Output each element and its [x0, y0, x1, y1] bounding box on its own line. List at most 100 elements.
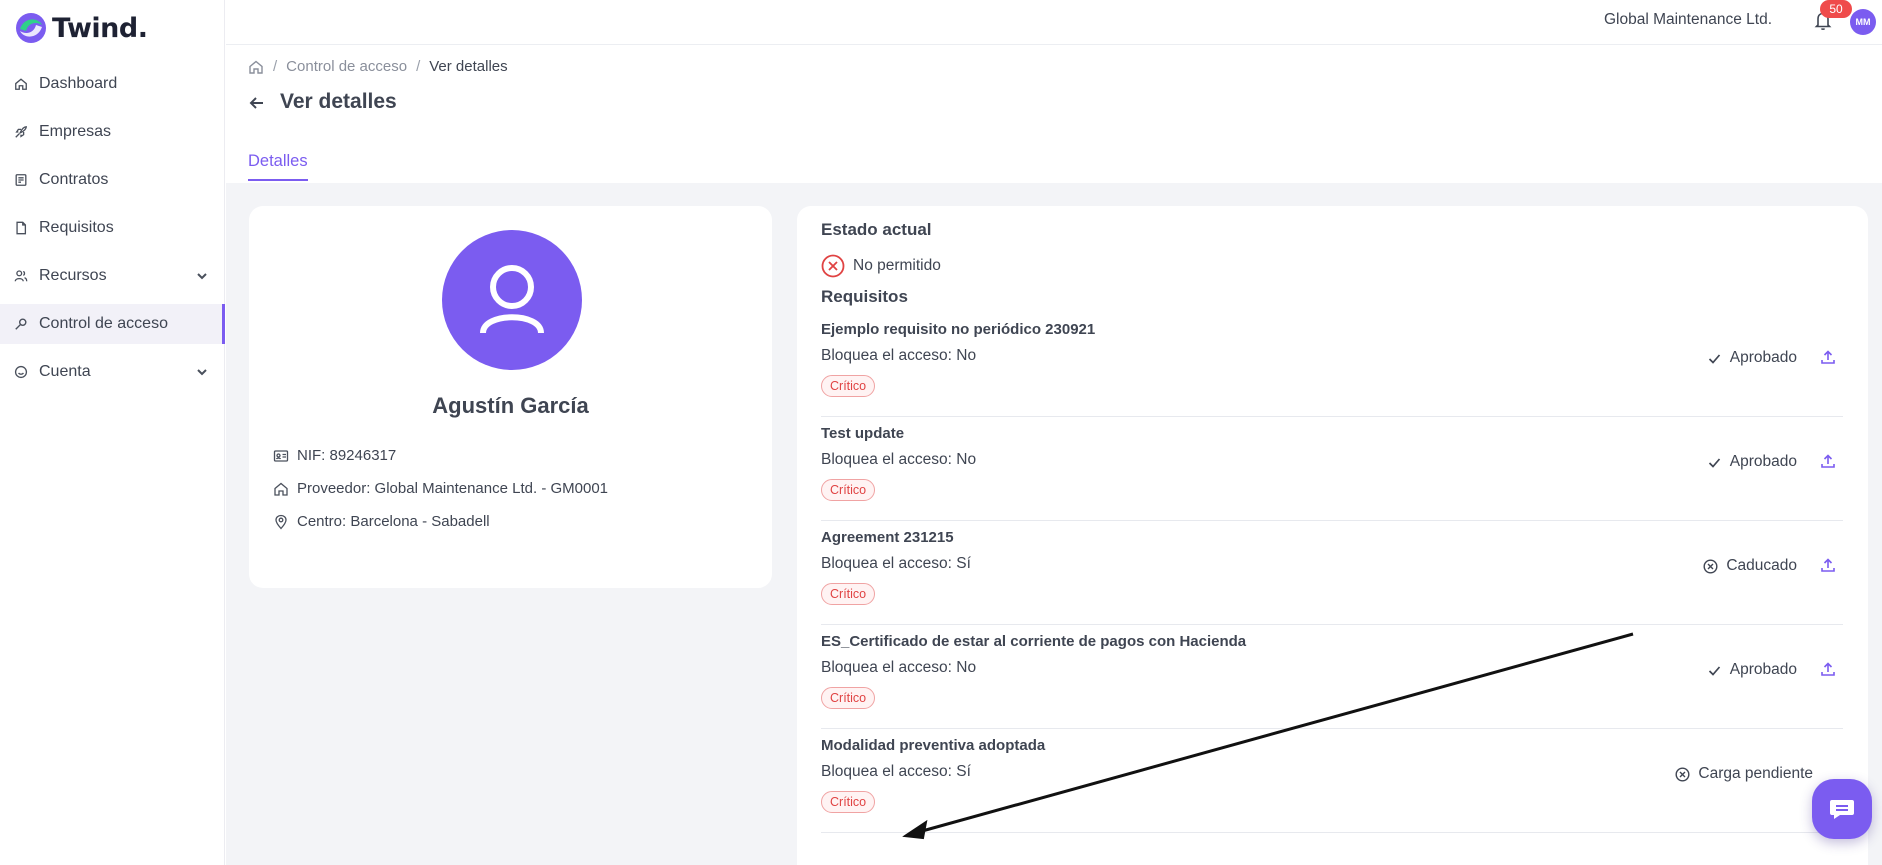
x-circle-icon: [1675, 766, 1690, 782]
proveedor-row: Proveedor: Global Maintenance Ltd. - GM0…: [273, 480, 608, 497]
sidebar-item-label: Cuenta: [39, 363, 91, 380]
requirement-name: Modalidad preventiva adoptada: [821, 737, 1046, 754]
requirement-status-label: Aprobado: [1729, 453, 1797, 470]
breadcrumb: / Control de acceso / Ver detalles: [248, 58, 508, 75]
critical-tag: Crítico: [821, 375, 876, 397]
sidebar-item-label: Empresas: [39, 123, 112, 140]
company-name[interactable]: Global Maintenance Ltd.: [1604, 11, 1772, 29]
critical-tag: Crítico: [821, 791, 876, 813]
twind-logo-icon: [14, 11, 48, 45]
person-proveedor: Proveedor: Global Maintenance Ltd. - GM0…: [297, 480, 609, 497]
requirement-row: Test update Bloquea el acceso: No Crític…: [821, 417, 1843, 521]
page-title: Ver detalles: [280, 90, 397, 113]
upload-icon[interactable]: [1820, 661, 1836, 677]
requirement-status-label: Caducado: [1726, 557, 1797, 574]
nif-row: NIF: 89246317: [273, 447, 396, 464]
breadcrumb-link[interactable]: Control de acceso: [286, 58, 407, 75]
sidebar-item-label: Recursos: [39, 267, 107, 284]
person-name: Agustín García: [432, 393, 589, 418]
smile-icon: [13, 364, 29, 380]
person-nif: NIF: 89246317: [297, 447, 397, 464]
key-icon: [13, 316, 29, 332]
critical-tag: Crítico: [821, 583, 876, 605]
estado-title: Estado actual: [821, 220, 932, 239]
requirement-block: Bloquea el acceso: No: [821, 347, 977, 364]
sidebar-item-cuenta[interactable]: Cuenta: [0, 352, 225, 392]
breadcrumb-separator: /: [416, 58, 421, 75]
back-arrow-icon[interactable]: [248, 94, 266, 112]
user-avatar[interactable]: MM: [1850, 9, 1876, 35]
requirement-block: Bloquea el acceso: Sí: [821, 763, 971, 780]
requirement-status: Carga pendiente: [1675, 765, 1813, 783]
location-pin-icon: [273, 514, 289, 530]
breadcrumb-current: Ver detalles: [429, 58, 508, 75]
logo-text: Twind.: [52, 12, 148, 44]
check-icon: [1707, 351, 1722, 366]
sidebar-item-empresas[interactable]: Empresas: [0, 112, 225, 152]
requirement-row: Agreement 231215 Bloquea el acceso: Sí C…: [821, 521, 1843, 625]
user-icon: [480, 265, 544, 334]
requirement-block: Bloquea el acceso: No: [821, 451, 977, 468]
check-icon: [1707, 663, 1722, 678]
requirement-row: ES_Certificado de estar al corriente de …: [821, 625, 1843, 729]
upload-icon[interactable]: [1820, 453, 1836, 469]
requirement-row: Modalidad preventiva adoptada Bloquea el…: [821, 729, 1843, 833]
home-icon: [13, 76, 29, 92]
person-centro: Centro: Barcelona - Sabadell: [297, 513, 490, 530]
requirement-name: Ejemplo requisito no periódico 230921: [821, 321, 1096, 338]
rocket-icon: [13, 124, 29, 140]
main-content: Agustín García NIF: 89246317 Proveedor: …: [226, 183, 1882, 865]
sidebar-item-label: Contratos: [39, 171, 109, 188]
upload-icon[interactable]: [1820, 557, 1836, 573]
file-icon: [13, 220, 29, 236]
sidebar-item-label: Control de acceso: [39, 315, 168, 332]
requirement-row: Ejemplo requisito no periódico 230921 Bl…: [821, 313, 1843, 417]
tab-detalles[interactable]: Detalles: [248, 152, 308, 181]
requirement-name: Agreement 231215: [821, 529, 954, 546]
chevron-down-icon[interactable]: [195, 365, 209, 379]
sidebar-item-label: Dashboard: [39, 75, 118, 92]
person-avatar: [442, 230, 582, 370]
sidebar-item-recursos[interactable]: Recursos: [0, 256, 225, 296]
requirement-block: Bloquea el acceso: No: [821, 659, 977, 676]
upload-icon[interactable]: [1820, 349, 1836, 365]
requirement-name: ES_Certificado de estar al corriente de …: [821, 633, 1247, 650]
requirement-status-label: Aprobado: [1729, 349, 1797, 366]
requirement-status-label: Aprobado: [1729, 661, 1797, 678]
topbar: Global Maintenance Ltd.: [226, 0, 1882, 45]
sidebar-item-contratos[interactable]: Contratos: [0, 160, 225, 200]
x-circle-icon: [1703, 558, 1718, 574]
page-header: / Control de acceso / Ver detalles Ver d…: [226, 46, 1882, 183]
home-icon[interactable]: [248, 59, 264, 75]
id-card-icon: [273, 448, 289, 464]
home-icon: [273, 481, 289, 497]
person-card: Agustín García NIF: 89246317 Proveedor: …: [249, 206, 772, 588]
sidebar-nav: Dashboard Empresas Contratos Requisitos …: [0, 64, 225, 400]
logo[interactable]: Twind.: [14, 8, 148, 48]
sidebar-item-label: Requisitos: [39, 219, 114, 236]
users-icon: [13, 268, 29, 284]
requirement-name: Test update: [821, 425, 905, 442]
estado-status: No permitido: [821, 254, 941, 278]
requirement-status: Caducado: [1703, 557, 1797, 575]
sidebar-item-control-de-acceso[interactable]: Control de acceso: [0, 304, 225, 344]
requisitos-title: Requisitos: [821, 287, 908, 306]
requirement-status-label: Carga pendiente: [1698, 765, 1813, 782]
breadcrumb-separator: /: [273, 58, 278, 75]
estado-value: No permitido: [853, 257, 941, 274]
access-card: Estado actual No permitido Requisitos Ej…: [797, 206, 1868, 865]
check-icon: [1707, 455, 1722, 470]
requirement-status: Aprobado: [1707, 349, 1797, 367]
critical-tag: Crítico: [821, 687, 876, 709]
notification-badge[interactable]: 50: [1820, 0, 1852, 18]
critical-tag: Crítico: [821, 479, 876, 501]
chat-button[interactable]: [1812, 779, 1872, 839]
contract-icon: [13, 172, 29, 188]
centro-row: Centro: Barcelona - Sabadell: [273, 513, 490, 530]
sidebar: Twind. Dashboard Empresas Contratos Requ…: [0, 0, 225, 865]
chevron-down-icon[interactable]: [195, 269, 209, 283]
chat-icon: [1828, 797, 1856, 821]
x-circle-icon: [821, 254, 845, 278]
sidebar-item-requisitos[interactable]: Requisitos: [0, 208, 225, 248]
sidebar-item-dashboard[interactable]: Dashboard: [0, 64, 225, 104]
